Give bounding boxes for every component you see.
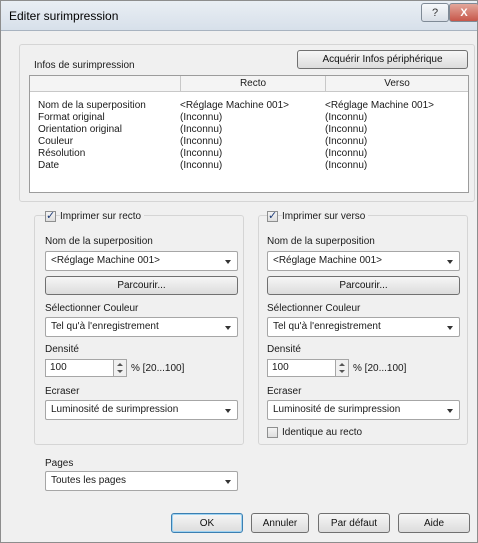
question-mark-icon: ? [431, 6, 439, 19]
overlay-info-table: Recto Verso Nom de la superposition <Rég… [29, 75, 469, 193]
ok-button[interactable]: OK [171, 513, 243, 533]
row-label: Date [38, 160, 60, 171]
chevron-down-icon [225, 326, 231, 330]
chevron-down-icon [225, 260, 231, 264]
verso-color-label: Sélectionner Couleur [267, 303, 361, 314]
row-label: Résolution [38, 148, 86, 159]
recto-overwrite-value: Luminosité de surimpression [51, 404, 179, 415]
print-recto-checkbox[interactable] [45, 209, 56, 222]
print-recto-label: Imprimer sur recto [60, 211, 145, 222]
verso-density-input[interactable]: 100 [267, 359, 337, 377]
row-recto-value: (Inconnu) [180, 112, 223, 123]
spin-down-icon [339, 370, 345, 373]
verso-color-value: Tel qu'à l'enregistrement [273, 321, 381, 332]
row-recto-value: (Inconnu) [180, 160, 223, 171]
same-as-recto-checkbox[interactable] [267, 427, 278, 438]
row-verso-value: (Inconnu) [325, 148, 368, 159]
chevron-down-icon [447, 260, 453, 264]
default-button[interactable]: Par défaut [318, 513, 390, 533]
recto-browse-button[interactable]: Parcourir... [45, 276, 238, 295]
verso-overwrite-select[interactable]: Luminosité de surimpression [267, 400, 460, 420]
column-header-verso: Verso [325, 76, 468, 92]
print-verso-checkbox[interactable] [267, 209, 278, 222]
verso-color-select[interactable]: Tel qu'à l'enregistrement [267, 317, 460, 337]
verso-density-spinner[interactable] [335, 359, 349, 377]
row-recto-value: <Réglage Machine 001> [180, 100, 289, 111]
recto-color-select[interactable]: Tel qu'à l'enregistrement [45, 317, 238, 337]
recto-density-spinner[interactable] [113, 359, 127, 377]
row-label: Nom de la superposition [38, 100, 146, 111]
recto-density-range: % [20...100] [131, 363, 185, 374]
help-button[interactable]: Aide [398, 513, 470, 533]
row-verso-value: (Inconnu) [325, 160, 368, 171]
chevron-down-icon [447, 409, 453, 413]
verso-overwrite-value: Luminosité de surimpression [273, 404, 401, 415]
row-verso-value: (Inconnu) [325, 124, 368, 135]
verso-density-label: Densité [267, 344, 301, 355]
verso-browse-button[interactable]: Parcourir... [267, 276, 460, 295]
chevron-down-icon [447, 326, 453, 330]
dialog-window: Editer surimpression ? X Infos de surimp… [0, 0, 478, 543]
row-label: Orientation original [38, 124, 122, 135]
close-icon: X [460, 6, 468, 19]
pages-value: Toutes les pages [51, 475, 127, 486]
row-verso-value: (Inconnu) [325, 136, 368, 147]
recto-overwrite-select[interactable]: Luminosité de surimpression [45, 400, 238, 420]
chevron-down-icon [225, 409, 231, 413]
pages-select[interactable]: Toutes les pages [45, 471, 238, 491]
row-recto-value: (Inconnu) [180, 124, 223, 135]
recto-color-label: Sélectionner Couleur [45, 303, 139, 314]
infos-group-label: Infos de surimpression [34, 60, 135, 71]
row-verso-value: (Inconnu) [325, 112, 368, 123]
row-verso-value: <Réglage Machine 001> [325, 100, 434, 111]
recto-color-value: Tel qu'à l'enregistrement [51, 321, 159, 332]
title-bar: Editer surimpression ? X [1, 1, 478, 31]
row-recto-value: (Inconnu) [180, 148, 223, 159]
spin-down-icon [117, 370, 123, 373]
recto-overlay-name-select[interactable]: <Réglage Machine 001> [45, 251, 238, 271]
verso-overlay-name-label: Nom de la superposition [267, 236, 375, 247]
chevron-down-icon [225, 480, 231, 484]
acquire-device-info-button[interactable]: Acquérir Infos périphérique [297, 50, 468, 69]
recto-overwrite-label: Ecraser [45, 386, 80, 397]
column-header-recto: Recto [180, 76, 325, 92]
verso-overlay-name-select[interactable]: <Réglage Machine 001> [267, 251, 460, 271]
row-label: Couleur [38, 136, 74, 147]
recto-density-label: Densité [45, 344, 79, 355]
recto-overlay-name-value: <Réglage Machine 001> [51, 255, 160, 266]
row-label: Format original [38, 112, 105, 123]
window-title: Editer surimpression [9, 9, 119, 23]
column-header-empty [30, 76, 180, 92]
verso-density-range: % [20...100] [353, 363, 407, 374]
row-recto-value: (Inconnu) [180, 136, 223, 147]
recto-overlay-name-label: Nom de la superposition [45, 236, 153, 247]
close-title-button[interactable]: X [449, 3, 478, 22]
pages-label: Pages [45, 458, 74, 469]
same-as-recto-label: Identique au recto [282, 427, 363, 438]
cancel-button[interactable]: Annuler [251, 513, 309, 533]
spin-up-icon [117, 363, 123, 366]
spin-up-icon [339, 363, 345, 366]
print-verso-label: Imprimer sur verso [282, 211, 369, 222]
recto-density-input[interactable]: 100 [45, 359, 115, 377]
verso-overlay-name-value: <Réglage Machine 001> [273, 255, 382, 266]
help-title-button[interactable]: ? [421, 3, 449, 22]
verso-overwrite-label: Ecraser [267, 386, 302, 397]
